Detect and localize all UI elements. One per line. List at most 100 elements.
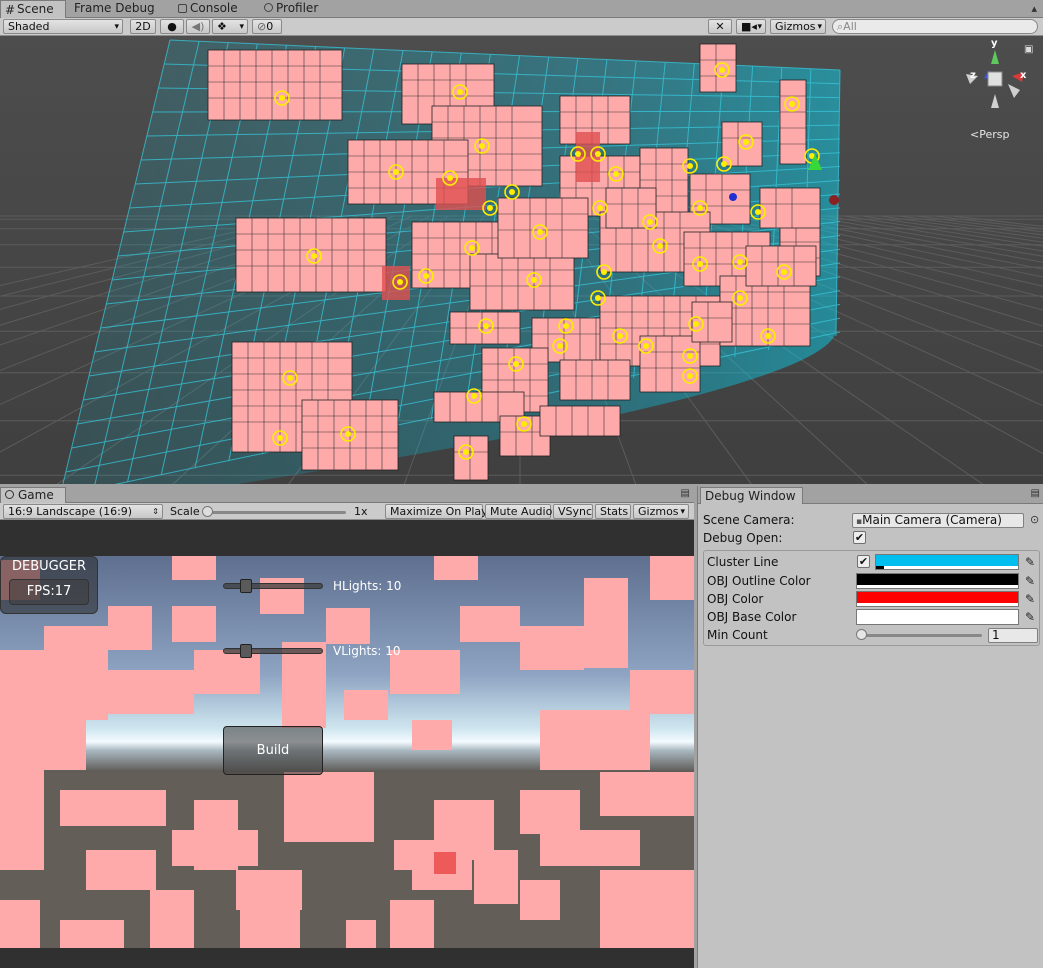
- obj-outline-eyedropper-icon[interactable]: ✎: [1023, 573, 1037, 589]
- min-count-slider-thumb[interactable]: [856, 629, 867, 640]
- gizmos-dropdown[interactable]: Gizmos: [770, 19, 826, 34]
- obj-color-swatch[interactable]: [856, 591, 1019, 607]
- tab-debug-window[interactable]: Debug Window: [700, 487, 803, 504]
- mode-2d-button[interactable]: 2D: [130, 19, 156, 34]
- mode-2d-label: 2D: [135, 20, 151, 33]
- cluster-line-checkbox[interactable]: ✔: [857, 555, 870, 568]
- scene-search-field[interactable]: ⌕All: [832, 19, 1038, 34]
- scene-camera-field[interactable]: ▪Main Camera (Camera): [852, 513, 1024, 528]
- obj-outline-alpha-bar: [857, 585, 1018, 588]
- light-icon: [657, 243, 663, 249]
- light-icon: [697, 261, 703, 267]
- mute-audio-button[interactable]: Mute Audio: [485, 504, 552, 519]
- maximize-on-play-button[interactable]: Maximize On Play: [385, 504, 488, 519]
- game-tile: [520, 626, 584, 670]
- game-tile: [108, 606, 152, 650]
- lock-icon[interactable]: ▣: [1024, 44, 1033, 55]
- light-icon: [719, 67, 725, 73]
- tab-console-label: Console: [190, 1, 238, 15]
- scale-label: Scale: [170, 505, 200, 518]
- cluster-line-color-swatch[interactable]: [875, 554, 1019, 570]
- scale-slider-thumb[interactable]: [202, 506, 213, 517]
- game-gizmos-dropdown[interactable]: Gizmos: [633, 504, 689, 519]
- cluster-box: [721, 121, 763, 167]
- tab-console[interactable]: Console: [174, 0, 244, 18]
- obj-color-label: OBJ Color: [707, 592, 764, 606]
- cluster-box: [699, 43, 737, 93]
- window-menu-icon[interactable]: ▴: [1031, 2, 1037, 15]
- hidden-objects-button[interactable]: ⊘0: [252, 19, 282, 34]
- cluster-line-label: Cluster Line: [707, 555, 779, 569]
- light-icon: [595, 295, 601, 301]
- debug-window-tab-bar: Debug Window ▤: [698, 486, 1043, 504]
- camera-dropdown[interactable]: ■◂: [736, 19, 766, 34]
- tools-button[interactable]: ✕: [708, 19, 732, 34]
- tab-scene[interactable]: # Scene: [0, 0, 66, 18]
- light-icon: [279, 95, 285, 101]
- light-icon: [617, 333, 623, 339]
- maximize-on-play-label: Maximize On Play: [390, 505, 488, 518]
- scale-slider-track[interactable]: [204, 511, 346, 514]
- light-icon: [737, 295, 743, 301]
- x-axis-handle-icon[interactable]: [829, 195, 839, 205]
- obj-base-eyedropper-icon[interactable]: ✎: [1023, 609, 1037, 625]
- fps-box: FPS:17: [9, 579, 89, 605]
- lighting-toggle[interactable]: ●: [160, 19, 184, 34]
- stats-button[interactable]: Stats: [595, 504, 631, 519]
- light-icon: [487, 205, 493, 211]
- scene-camera-value: Main Camera (Camera): [862, 513, 1002, 527]
- light-icon: [463, 449, 469, 455]
- obj-color-eyedropper-icon[interactable]: ✎: [1023, 591, 1037, 607]
- light-icon: [613, 171, 619, 177]
- orientation-gizmo[interactable]: y x z: [962, 38, 1028, 112]
- projection-toggle[interactable]: <Persp: [970, 128, 1009, 141]
- cluster-line-alpha-fill: [876, 566, 884, 569]
- highlighted-cluster: [576, 132, 600, 182]
- axis-z-label: z: [970, 70, 976, 81]
- cluster-box: [719, 275, 811, 347]
- cluster-line-eyedropper-icon[interactable]: ✎: [1023, 554, 1037, 570]
- scene-tab-bar: # Scene Frame Debug Console Profiler ▴: [0, 0, 1043, 18]
- hidden-count: 0: [266, 20, 274, 33]
- hlights-slider-track[interactable]: [223, 583, 323, 589]
- tab-profiler[interactable]: Profiler: [260, 0, 324, 18]
- game-tile: [584, 578, 628, 668]
- game-tile: [284, 772, 374, 842]
- min-count-field[interactable]: 1: [988, 628, 1038, 643]
- debug-open-checkbox[interactable]: ✔: [853, 531, 866, 544]
- scene-viewport[interactable]: [0, 36, 1043, 484]
- object-picker-icon[interactable]: ⊙: [1030, 513, 1039, 526]
- vlights-slider-thumb[interactable]: [240, 644, 252, 658]
- light-icon: [789, 101, 795, 107]
- z-axis-handle-icon[interactable]: [729, 193, 737, 201]
- tab-game[interactable]: Game: [0, 487, 66, 503]
- aspect-dropdown[interactable]: 16:9 Landscape (16:9) ⇕: [3, 504, 163, 519]
- min-count-slider-track[interactable]: [860, 634, 982, 637]
- scale-value: 1x: [354, 505, 368, 518]
- obj-outline-color-swatch[interactable]: [856, 573, 1019, 589]
- game-tile: [540, 830, 640, 866]
- light-icon: [737, 259, 743, 265]
- debug-window-menu-icon[interactable]: ▤: [1031, 488, 1040, 499]
- game-view[interactable]: DEBUGGER FPS:17 HLights: 10 VLights: 10 …: [0, 520, 694, 968]
- shading-mode-dropdown[interactable]: Shaded: [3, 19, 123, 34]
- layers-icon: ❖: [217, 20, 227, 33]
- light-icon: [531, 277, 537, 283]
- game-window-menu-icon[interactable]: ▤: [681, 488, 690, 499]
- audio-toggle[interactable]: ◀): [186, 19, 210, 34]
- hlights-slider-thumb[interactable]: [240, 579, 252, 593]
- effects-dropdown[interactable]: ❖: [212, 19, 248, 34]
- vsync-button[interactable]: VSync: [553, 504, 593, 519]
- hlights-label: HLights: 10: [333, 579, 402, 593]
- game-tab-icon: [5, 490, 14, 499]
- tab-frame-debug[interactable]: Frame Debug: [70, 0, 161, 18]
- vsync-label: VSync: [558, 505, 593, 518]
- vlights-slider-track[interactable]: [223, 648, 323, 654]
- obj-outline-color-label: OBJ Outline Color: [707, 574, 811, 588]
- scene-view[interactable]: y x z ▣ <Persp: [0, 36, 1043, 484]
- tools-icon: ✕: [715, 20, 725, 33]
- light-icon: [595, 151, 601, 157]
- build-button[interactable]: Build: [223, 726, 323, 775]
- obj-base-color-swatch[interactable]: [856, 609, 1019, 625]
- game-tile: [520, 790, 580, 834]
